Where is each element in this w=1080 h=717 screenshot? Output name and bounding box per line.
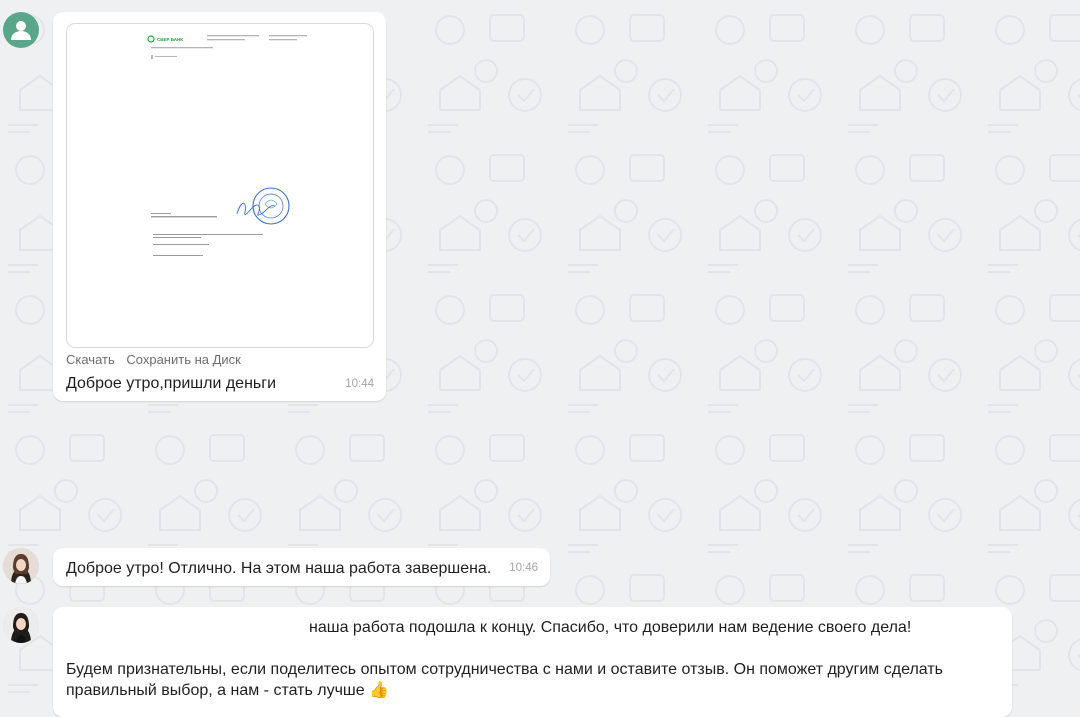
message-text: Доброе утро,пришли деньги — [66, 375, 277, 392]
document-preview[interactable]: СБЕР БАНК — [66, 23, 374, 348]
manager-photo-icon — [3, 548, 39, 584]
message-text-line3: правильный выбор, а нам - стать лучше 👍 — [66, 680, 389, 701]
doc-brand: СБЕР БАНК — [157, 37, 183, 42]
contact-avatar[interactable] — [3, 12, 39, 48]
manager-avatar[interactable] — [3, 607, 39, 643]
message-bubble: наша работа подошла к концу. Спасибо, чт… — [53, 607, 1012, 717]
download-link[interactable]: Скачать — [66, 352, 115, 367]
message-text-line1: наша работа подошла к концу. Спасибо, чт… — [309, 619, 912, 636]
manager-photo-icon — [3, 607, 39, 643]
sber-logo-icon — [147, 35, 155, 43]
message-time: 10:46 — [509, 562, 538, 574]
message-text-line2: Будем признательны, если поделитесь опыт… — [66, 661, 943, 678]
message-bubble: Доброе утро! Отлично. На этом наша работ… — [53, 548, 550, 586]
save-to-disk-link[interactable]: Сохранить на Диск — [126, 352, 241, 367]
message-time: 10:44 — [345, 378, 374, 390]
message-text-line3-text: правильный выбор, а нам - стать лучше — [66, 682, 365, 699]
message-bubble-document: СБЕР БАНК Скачать Сохранить на Диск Добр… — [53, 12, 386, 401]
message-text: Доброе утро! Отлично. На этом наша работ… — [66, 560, 492, 577]
document-thumbnail: СБЕР БАНК — [147, 35, 307, 256]
manager-avatar[interactable] — [3, 548, 39, 584]
thumbs-up-icon: 👍 — [369, 682, 390, 699]
user-icon — [11, 21, 31, 40]
